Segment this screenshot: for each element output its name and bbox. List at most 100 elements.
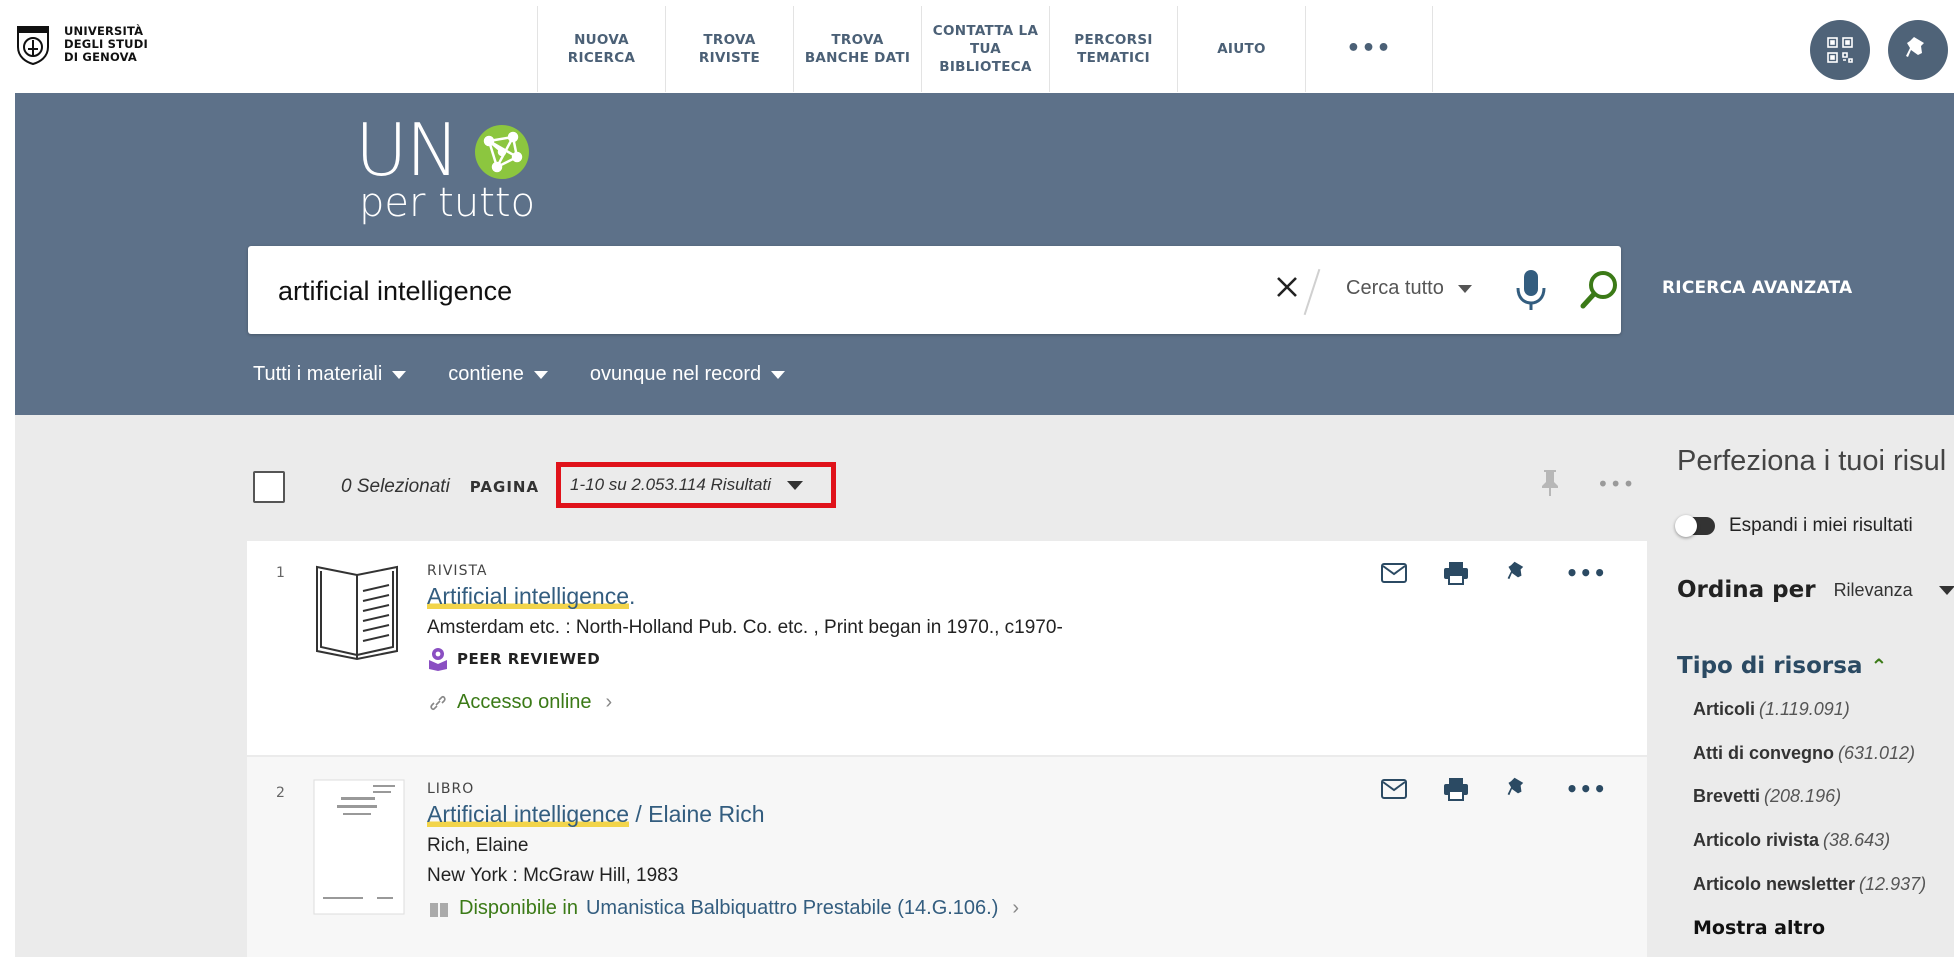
toggle-label: Espandi i miei risultati bbox=[1729, 515, 1913, 536]
result-publication: New York : McGraw Hill, 1983 bbox=[427, 865, 679, 886]
clear-search-icon[interactable] bbox=[1272, 272, 1302, 302]
nav-trova-riviste[interactable]: TROVA RIVISTE bbox=[665, 6, 793, 92]
nav-percorsi-tematici[interactable]: PERCORSI TEMATICI bbox=[1049, 6, 1177, 92]
nav-label: NUOVA RICERCA bbox=[567, 32, 636, 66]
journal-thumbnail-icon bbox=[316, 565, 398, 661]
search-scope-dropdown[interactable]: Cerca tutto bbox=[1346, 277, 1472, 300]
match-type-dropdown[interactable]: contiene bbox=[448, 363, 548, 386]
more-dots-icon: ••• bbox=[1346, 36, 1392, 61]
result-number: 2 bbox=[276, 785, 285, 801]
toolbar-more-button[interactable]: ••• bbox=[1597, 472, 1635, 496]
nav-label: TROVA RIVISTE bbox=[698, 32, 761, 66]
results-range: 1-10 su 2.053.114 Risultati bbox=[570, 475, 771, 494]
chevron-down-icon bbox=[1457, 284, 1472, 293]
facet-label: Atti di convegno bbox=[1693, 743, 1834, 763]
result-title-link[interactable]: Artificial intelligence / Elaine Rich bbox=[427, 801, 765, 828]
email-button[interactable] bbox=[1380, 559, 1408, 587]
nav-label: PERCORSI TEMATICI bbox=[1074, 32, 1153, 66]
pin-icon[interactable] bbox=[1540, 468, 1560, 498]
facet-count: (12.937) bbox=[1859, 874, 1927, 894]
facet-item[interactable]: Atti di convegno (631.012) bbox=[1693, 743, 1915, 764]
online-access-link[interactable]: Accesso online › bbox=[429, 691, 612, 714]
nav-label: TROVA BANCHE DATI bbox=[804, 32, 911, 66]
result-number: 1 bbox=[276, 565, 285, 581]
advanced-search-link[interactable]: RICERCA AVANZATA bbox=[1662, 278, 1852, 298]
nav-trova-banche-dati[interactable]: TROVA BANCHE DATI bbox=[793, 6, 921, 92]
search-field-dropdown[interactable]: ovunque nel record bbox=[589, 363, 786, 386]
facet-resource-type-header[interactable]: Tipo di risorsa ⌃ bbox=[1677, 653, 1887, 679]
search-icon[interactable] bbox=[1578, 268, 1622, 312]
title-rest: / Elaine Rich bbox=[628, 801, 765, 827]
result-publication: Amsterdam etc. : North-Holland Pub. Co. … bbox=[427, 617, 1063, 638]
chevron-right-icon: › bbox=[1012, 897, 1020, 919]
book-cover-thumbnail bbox=[313, 779, 405, 915]
microphone-icon[interactable] bbox=[1513, 268, 1549, 312]
divider bbox=[1303, 268, 1321, 316]
availability-link[interactable]: Disponibile in Umanistica Balbiquattro Pr… bbox=[429, 897, 1019, 920]
result-type: RIVISTA bbox=[427, 563, 488, 579]
result-actions: ••• bbox=[1346, 559, 1607, 587]
pin-icon bbox=[1906, 37, 1924, 57]
expand-results-toggle[interactable]: Espandi i miei risultati bbox=[1675, 515, 1913, 537]
page-label: PAGINA bbox=[469, 478, 540, 496]
qr-code-button[interactable] bbox=[1810, 20, 1870, 80]
facet-item[interactable]: Articolo newsletter (12.937) bbox=[1693, 874, 1926, 895]
chevron-down-icon bbox=[786, 480, 803, 490]
nav-more-button[interactable]: ••• bbox=[1305, 6, 1433, 92]
search-input[interactable] bbox=[276, 272, 1240, 310]
result-item[interactable]: 1 RIVISTA Artificial intelligence. Amste… bbox=[247, 541, 1647, 755]
nav-aiuto[interactable]: AIUTO bbox=[1177, 6, 1305, 92]
pin-record-button[interactable] bbox=[1504, 559, 1532, 587]
facet-item[interactable]: Brevetti (208.196) bbox=[1693, 786, 1841, 807]
pin-icon bbox=[1507, 777, 1523, 796]
university-name: UNIVERSITÀ DEGLI STUDI DI GENOVA bbox=[64, 25, 148, 64]
title-rest: . bbox=[628, 583, 636, 609]
material-type-dropdown[interactable]: Tutti i materiali bbox=[253, 363, 407, 386]
availability-status: Disponibile in bbox=[459, 897, 578, 919]
panel-title: Perfeziona i tuoi risul bbox=[1677, 445, 1947, 477]
result-title-link[interactable]: Artificial intelligence. bbox=[427, 583, 635, 610]
facet-item[interactable]: Articolo rivista (38.643) bbox=[1693, 830, 1890, 851]
print-button[interactable] bbox=[1442, 775, 1470, 803]
facet-count: (38.643) bbox=[1823, 830, 1891, 850]
search-hero: UN per tutto Cerca tutto bbox=[15, 93, 1954, 415]
pinned-items-button[interactable] bbox=[1888, 20, 1948, 80]
toggle-switch[interactable] bbox=[1675, 515, 1715, 537]
university-crest-icon bbox=[17, 26, 49, 65]
brand-tagline: per tutto bbox=[359, 180, 536, 226]
facet-label: Articolo newsletter bbox=[1693, 874, 1856, 894]
facet-count: (208.196) bbox=[1764, 786, 1842, 806]
result-actions: ••• bbox=[1346, 775, 1607, 803]
main-nav: NUOVA RICERCA TROVA RIVISTE TROVA BANCHE… bbox=[537, 6, 1433, 92]
print-button[interactable] bbox=[1442, 559, 1470, 587]
network-ball-icon bbox=[475, 125, 529, 179]
nav-nuova-ricerca[interactable]: NUOVA RICERCA bbox=[537, 6, 665, 92]
chevron-down-icon bbox=[771, 370, 786, 379]
brand-logo[interactable]: UN per tutto bbox=[355, 114, 536, 226]
filter-label: contiene bbox=[448, 363, 524, 385]
university-logo[interactable]: UNIVERSITÀ DEGLI STUDI DI GENOVA bbox=[16, 25, 148, 65]
facet-item[interactable]: Articoli (1.119.091) bbox=[1693, 699, 1850, 720]
more-actions-button[interactable]: ••• bbox=[1566, 777, 1607, 801]
pin-record-button[interactable] bbox=[1504, 775, 1532, 803]
more-actions-button[interactable]: ••• bbox=[1566, 561, 1607, 585]
facet-label: Articoli bbox=[1693, 699, 1756, 719]
facet-count: (1.119.091) bbox=[1759, 699, 1850, 719]
page-range-dropdown[interactable]: 1-10 su 2.053.114 Risultati bbox=[556, 462, 836, 508]
badge-label: PEER REVIEWED bbox=[457, 650, 601, 668]
sort-label: Ordina per bbox=[1677, 577, 1816, 603]
sort-dropdown[interactable]: Ordina per Rilevanza bbox=[1677, 577, 1954, 603]
refine-panel: Perfeziona i tuoi risul Espandi i miei r… bbox=[1675, 445, 1954, 939]
nav-contatta-biblioteca[interactable]: CONTATTA LA TUA BIBLIOTECA bbox=[921, 6, 1049, 92]
top-bar: UNIVERSITÀ DEGLI STUDI DI GENOVA NUOVA R… bbox=[0, 0, 1954, 93]
nav-label: CONTATTA LA TUA BIBLIOTECA bbox=[932, 23, 1039, 75]
pin-icon bbox=[1507, 561, 1523, 580]
result-item[interactable]: 2 LIBRO Artificial intelligence / Elaine… bbox=[247, 757, 1647, 957]
nav-label: AIUTO bbox=[1217, 41, 1266, 57]
filter-label: ovunque nel record bbox=[589, 363, 762, 385]
university-line: DI GENOVA bbox=[64, 50, 138, 64]
sort-value: Rilevanza bbox=[1833, 579, 1913, 600]
select-all-checkbox[interactable] bbox=[253, 471, 285, 503]
email-button[interactable] bbox=[1380, 775, 1408, 803]
show-more-link[interactable]: Mostra altro bbox=[1693, 917, 1825, 939]
